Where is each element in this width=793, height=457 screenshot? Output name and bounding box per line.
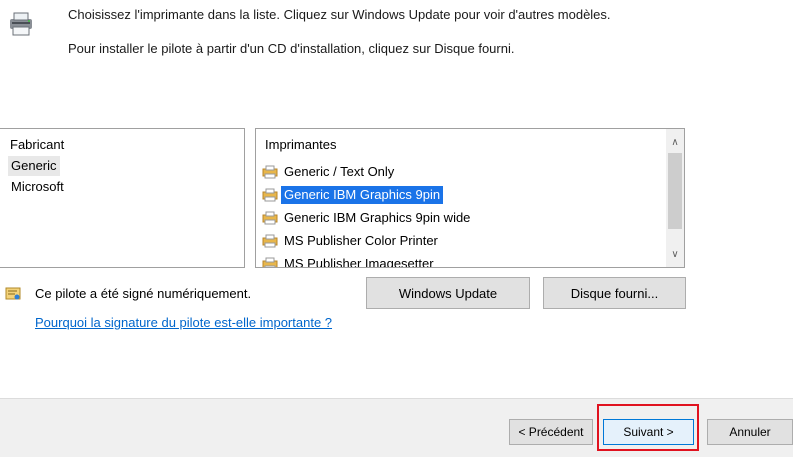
printer-item[interactable]: MS Publisher Color Printer [262,230,441,252]
manufacturer-item-generic[interactable]: Generic [0,155,244,177]
printer-item[interactable]: MS Publisher Imagesetter [262,253,437,268]
printer-list[interactable]: Imprimantes Generic / Text Only Generic … [255,128,685,268]
scroll-down-icon[interactable]: ∨ [666,245,684,263]
manufacturer-item-label: Generic [8,156,60,176]
printer-icon [262,211,278,225]
printer-icon [262,234,278,248]
cancel-button[interactable]: Annuler [707,419,793,445]
windows-update-button[interactable]: Windows Update [366,277,530,309]
printer-item-label: MS Publisher Imagesetter [284,256,434,268]
signature-status: Ce pilote a été signé numériquement. [35,286,252,301]
printer-item-selected[interactable]: Generic IBM Graphics 9pin [262,184,444,206]
printer-icon [262,188,278,202]
back-button[interactable]: < Précédent [509,419,593,445]
printer-item-label: MS Publisher Color Printer [284,233,438,248]
scroll-up-icon[interactable]: ∧ [666,133,684,151]
printer-icon [262,165,278,179]
printer-item-label: Generic / Text Only [284,164,395,179]
printer-item-label: Generic IBM Graphics 9pin [281,186,444,204]
manufacturer-list[interactable]: Fabricant Generic Microsoft [0,128,245,268]
printer-icon [262,257,278,267]
signature-importance-link[interactable]: Pourquoi la signature du pilote est-elle… [35,315,332,330]
have-disk-button[interactable]: Disque fourni... [543,277,686,309]
instruction-line-2: Pour installer le pilote à partir d'un C… [68,41,515,56]
printer-list-scrollbar[interactable]: ∧ ∨ [666,129,684,267]
manufacturer-item-microsoft[interactable]: Microsoft [0,177,244,197]
printer-item[interactable]: Generic IBM Graphics 9pin wide [262,207,473,229]
next-button-highlight [597,404,699,451]
printer-item-label: Generic IBM Graphics 9pin wide [284,210,471,225]
manufacturer-item-label: Microsoft [11,179,64,194]
scroll-thumb[interactable] [668,153,682,229]
certificate-icon [5,286,21,302]
printer-setup-icon [7,10,37,38]
instruction-line-1: Choisissez l'imprimante dans la liste. C… [68,7,611,22]
manufacturer-list-header: Fabricant [10,137,65,152]
printer-item[interactable]: Generic / Text Only [262,161,397,183]
printer-list-header: Imprimantes [265,137,337,152]
